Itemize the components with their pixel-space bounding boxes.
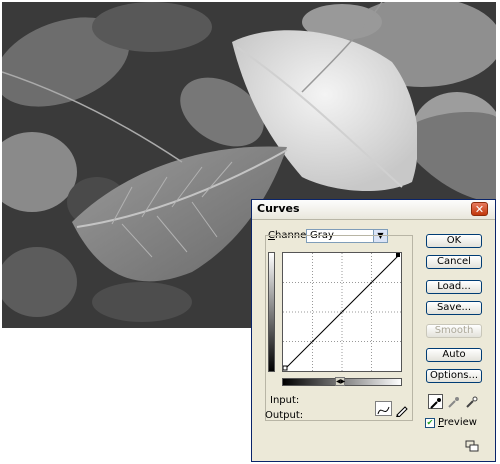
- checkmark-icon: ✔: [426, 418, 434, 427]
- output-gradient-bar: [268, 252, 275, 372]
- smooth-button[interactable]: Smooth: [426, 324, 482, 338]
- close-icon: ✕: [474, 203, 485, 216]
- curve-icon: [377, 406, 390, 415]
- curve-line[interactable]: [284, 254, 400, 370]
- auto-button[interactable]: Auto: [426, 348, 482, 362]
- curve-graph[interactable]: [282, 252, 402, 372]
- output-label: Output:: [265, 410, 304, 421]
- curve-point-black[interactable]: [282, 365, 288, 371]
- dialog-title: Curves: [257, 202, 300, 215]
- pencil-icon: [396, 406, 408, 418]
- black-eyedropper-button[interactable]: [428, 394, 443, 409]
- cancel-button[interactable]: Cancel: [426, 255, 482, 269]
- pencil-tool-button[interactable]: [393, 401, 410, 418]
- ok-button[interactable]: OK: [426, 234, 482, 248]
- curve-grid: [282, 253, 401, 371]
- options-button[interactable]: Options...: [426, 369, 482, 383]
- curves-dialog: Curves ✕ Channel: Gray ▼ ◀▶ Input: Outpu…: [251, 199, 496, 462]
- preview-label[interactable]: Preview: [438, 417, 477, 428]
- gradient-toggle-icon[interactable]: ◀▶: [335, 377, 345, 386]
- save-button[interactable]: Save...: [426, 301, 482, 315]
- black-eyedropper-icon: [430, 398, 441, 409]
- gray-eyedropper-icon: [448, 397, 459, 408]
- white-eyedropper-button[interactable]: [465, 394, 480, 409]
- curve-point-white[interactable]: [396, 253, 400, 257]
- close-button[interactable]: ✕: [471, 202, 488, 216]
- white-eyedropper-icon: [466, 396, 478, 408]
- curve-tool-button[interactable]: [375, 401, 392, 416]
- input-label: Input:: [270, 395, 300, 406]
- dialog-title-bar[interactable]: Curves ✕: [252, 200, 495, 220]
- gray-eyedropper-button[interactable]: [447, 394, 462, 409]
- preview-checkbox[interactable]: ✔: [425, 418, 435, 428]
- load-button[interactable]: Load...: [426, 280, 482, 294]
- resize-icon[interactable]: [465, 440, 479, 452]
